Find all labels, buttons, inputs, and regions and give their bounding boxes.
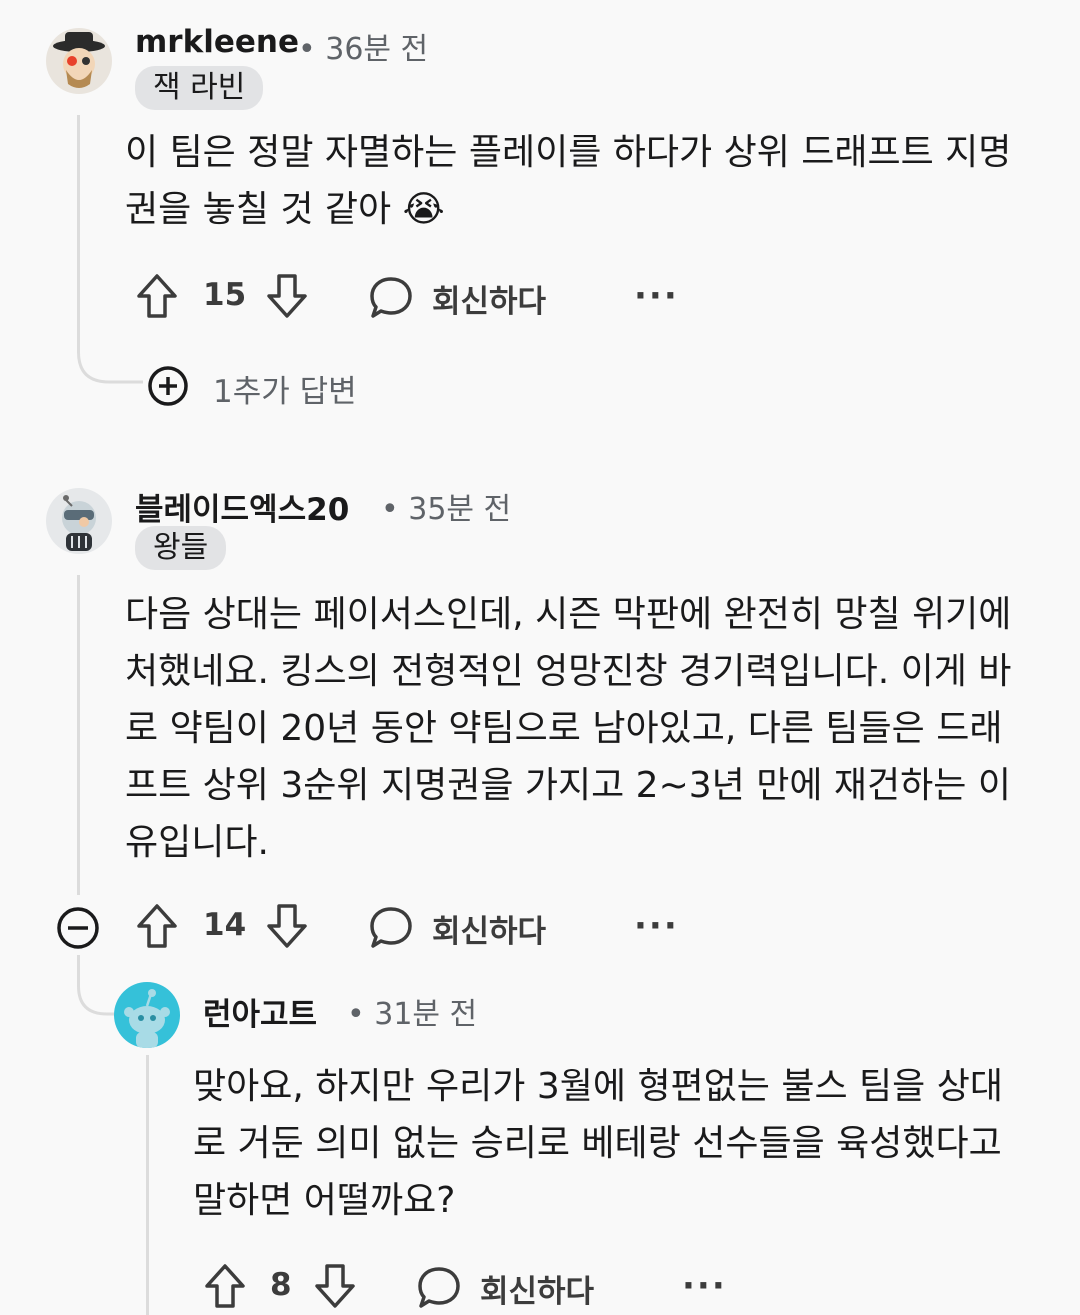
more-options-button[interactable]: ··· — [634, 906, 679, 946]
downvote-icon[interactable] — [265, 903, 309, 949]
reply-button[interactable]: 회신하다 — [432, 906, 546, 951]
username[interactable]: mrkleene — [135, 24, 299, 60]
vote-count: 8 — [270, 1267, 292, 1303]
username[interactable]: 런아고트 — [203, 989, 317, 1034]
downvote-icon[interactable] — [265, 273, 309, 319]
comment-body: 맞아요, 하지만 우리가 3월에 형편없는 불스 팀을 상대로 거둔 의미 없는… — [193, 1066, 1003, 1221]
user-flair: 잭 라빈 — [135, 66, 264, 110]
thread-branch — [77, 330, 143, 384]
user-flair: 왕들 — [135, 526, 227, 570]
reply-icon[interactable] — [368, 274, 414, 320]
more-options-button[interactable]: ··· — [634, 276, 679, 316]
collapse-minus-icon[interactable] — [56, 906, 100, 950]
comment-body: 이 팀은 정말 자멸하는 플레이를 하다가 상위 드래프트 지명권을 놓칠 것 … — [125, 132, 1012, 230]
avatar[interactable] — [114, 982, 180, 1048]
timestamp: • 31분 전 — [347, 997, 478, 1032]
reply-icon[interactable] — [416, 1264, 462, 1310]
thread-line[interactable] — [77, 115, 80, 347]
timestamp: • 35분 전 — [381, 492, 512, 527]
vote-count: 15 — [203, 277, 247, 313]
reply-button[interactable]: 회신하다 — [432, 276, 546, 321]
avatar[interactable] — [46, 28, 112, 94]
more-options-button[interactable]: ··· — [682, 1266, 727, 1306]
downvote-icon[interactable] — [313, 1263, 357, 1309]
username[interactable]: 블레이드엑스20 — [135, 484, 349, 529]
reply-button[interactable]: 회신하다 — [480, 1266, 594, 1311]
timestamp: • 36분 전 — [298, 32, 429, 67]
comment-body: 다음 상대는 페이서스인데, 시즌 막판에 완전히 망칠 위기에 처했네요. 킹… — [125, 594, 1012, 863]
upvote-icon[interactable] — [135, 903, 179, 949]
upvote-icon[interactable] — [203, 1263, 247, 1309]
expand-plus-icon[interactable] — [147, 365, 189, 407]
thread-line[interactable] — [77, 575, 80, 895]
more-replies-link[interactable]: 1추가 답변 — [213, 366, 357, 411]
reply-icon[interactable] — [368, 904, 414, 950]
avatar[interactable] — [46, 488, 112, 554]
upvote-icon[interactable] — [135, 273, 179, 319]
vote-count: 14 — [203, 907, 247, 943]
thread-line[interactable] — [146, 1055, 149, 1315]
